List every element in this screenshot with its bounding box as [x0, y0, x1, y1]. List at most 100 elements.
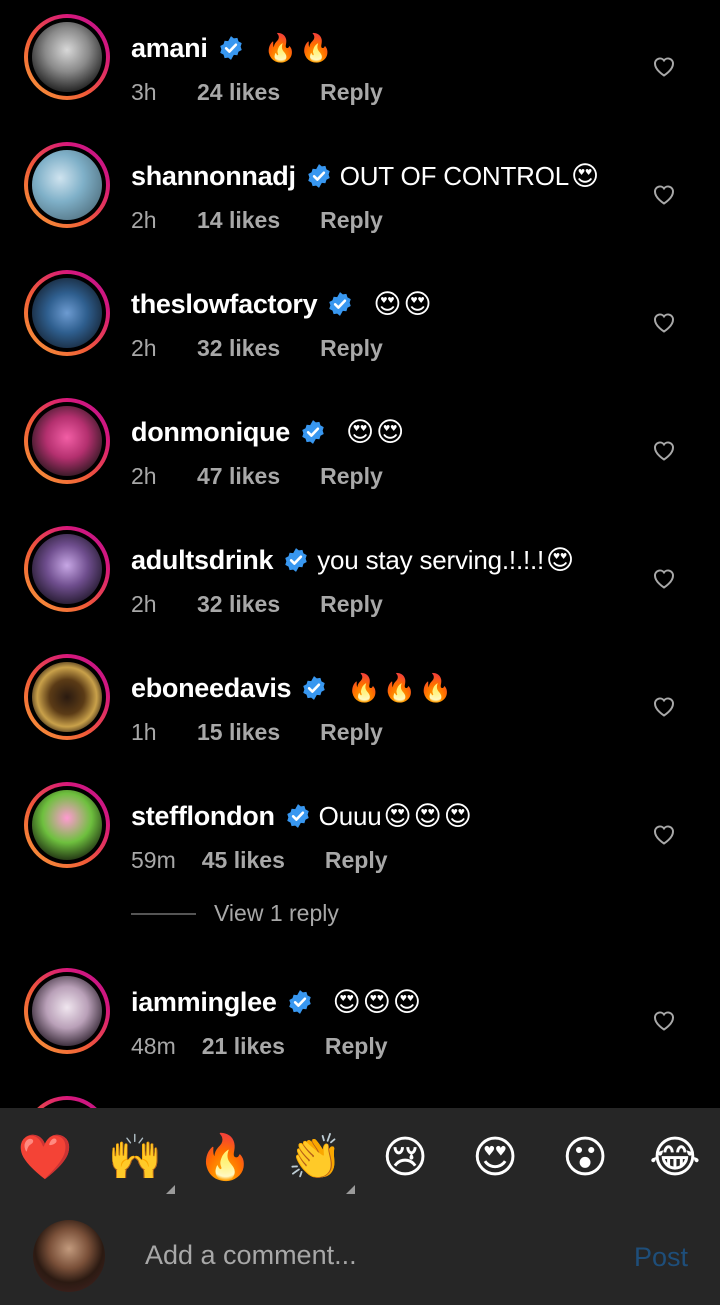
reply-button[interactable]: Reply	[320, 719, 383, 746]
comment-username[interactable]: iamminglee	[131, 987, 277, 1018]
reply-button[interactable]: Reply	[320, 335, 383, 362]
commenter-avatar[interactable]	[32, 406, 102, 476]
verified-badge-icon	[306, 163, 332, 189]
story-ring	[24, 1096, 110, 1108]
like-heart-icon[interactable]	[652, 183, 676, 205]
comment-composer-bar: ❤️ 🙌 🔥 👏 😢 😍 😮 😂 Add a comment... Post	[0, 1108, 720, 1305]
comment-time: 2h	[131, 590, 157, 617]
like-heart-icon[interactable]	[652, 55, 676, 77]
commenter-avatar[interactable]	[32, 278, 102, 348]
story-ring[interactable]	[24, 968, 110, 1054]
comment-emoji: 😍😍😍	[383, 800, 474, 832]
reply-button[interactable]: Reply	[325, 1033, 388, 1060]
reply-button[interactable]: Reply	[325, 847, 388, 874]
comment-row: adultsdrink you stay serving.!.!.! 😍 2h 32 l…	[0, 526, 720, 654]
story-ring[interactable]	[24, 14, 110, 100]
reaction-emoji-button[interactable]: ❤️	[15, 1128, 75, 1188]
comment-emoji: 😍	[571, 160, 602, 192]
comment-emoji: 🔥🔥🔥	[347, 673, 455, 704]
commenter-avatar[interactable]	[32, 150, 102, 220]
skin-tone-picker-icon	[166, 1185, 175, 1194]
like-heart-icon[interactable]	[652, 439, 676, 461]
comment-username[interactable]: theslowfactory	[131, 289, 318, 320]
comment-likes[interactable]: 14 likes	[197, 207, 280, 234]
comment-time: 3h	[131, 78, 157, 105]
story-ring[interactable]	[24, 142, 110, 228]
comment-row: theslowfactory 😍😍 2h 32 likes Reply	[0, 270, 720, 398]
comment-username[interactable]: stefflondon	[131, 801, 275, 832]
comment-likes[interactable]: 24 likes	[197, 79, 280, 106]
like-heart-icon[interactable]	[652, 311, 676, 333]
reaction-emoji-button[interactable]: 🔥	[195, 1128, 255, 1188]
comment-username[interactable]: adultsdrink	[131, 545, 274, 576]
comment-text: you stay serving.!.!.!	[317, 544, 545, 575]
comment-text: Ouuu	[318, 800, 382, 831]
story-ring[interactable]	[24, 270, 110, 356]
comment-time: 2h	[131, 462, 157, 489]
reaction-emoji-button[interactable]: 😍	[465, 1128, 525, 1188]
verified-badge-icon	[301, 675, 327, 701]
reply-button[interactable]: Reply	[320, 463, 383, 490]
comment-row: stefflondon Ouuu 😍😍😍 59m 45 likes Reply	[0, 782, 720, 910]
verified-badge-icon	[327, 291, 353, 317]
verified-badge-icon	[218, 35, 244, 61]
quick-reactions: ❤️ 🙌 🔥 👏 😢 😍 😮 😂	[0, 1108, 720, 1206]
comment-time: 2h	[131, 206, 157, 233]
comment-time: 2h	[131, 334, 157, 361]
like-heart-icon[interactable]	[652, 567, 676, 589]
reply-button[interactable]: Reply	[320, 79, 383, 106]
commenter-avatar[interactable]	[32, 976, 102, 1046]
comment-username[interactable]: eboneedavis	[131, 673, 292, 704]
reaction-emoji-button[interactable]: 😮	[555, 1128, 615, 1188]
comment-username[interactable]: shannonnadj	[131, 161, 296, 192]
comment-time: 1h	[131, 718, 157, 745]
comment-likes[interactable]: 47 likes	[197, 463, 280, 490]
comment-username[interactable]: donmonique	[131, 417, 290, 448]
comment-emoji: 😍😍😍	[332, 986, 424, 1018]
reply-button[interactable]: Reply	[320, 591, 383, 618]
view-replies-link[interactable]: View 1 reply	[214, 900, 339, 927]
post-button[interactable]: Post	[634, 1242, 688, 1273]
reaction-emoji-button[interactable]: 👏	[285, 1128, 355, 1194]
like-heart-icon[interactable]	[652, 823, 676, 845]
verified-badge-icon	[285, 803, 311, 829]
comment-likes[interactable]: 15 likes	[197, 719, 280, 746]
commenter-avatar[interactable]	[32, 534, 102, 604]
comment-emoji: 🔥🔥	[263, 33, 335, 64]
comment-emoji: 😍😍	[345, 416, 407, 448]
reaction-emoji-button[interactable]: 😢	[375, 1128, 435, 1188]
comment-likes[interactable]: 32 likes	[197, 335, 280, 362]
story-ring[interactable]	[24, 398, 110, 484]
story-ring[interactable]	[24, 782, 110, 868]
comment-likes[interactable]: 32 likes	[197, 591, 280, 618]
comment-input[interactable]: Add a comment...	[145, 1240, 357, 1271]
comment-time: 48m	[131, 1032, 176, 1059]
commenter-avatar[interactable]	[32, 790, 102, 860]
view-replies-row[interactable]: View 1 reply	[131, 900, 339, 927]
comment-text: OUT OF CONTROL	[339, 160, 569, 191]
comment-row: amani 🔥🔥 3h 24 likes Reply	[0, 14, 720, 142]
current-user-avatar	[33, 1220, 105, 1292]
reaction-emoji-button[interactable]: 🙌	[105, 1128, 175, 1194]
comment-likes[interactable]: 45 likes	[202, 847, 285, 874]
commenter-avatar[interactable]	[32, 22, 102, 92]
comment-row: iamminglee 😍😍😍 48m 21 likes Reply	[0, 968, 720, 1096]
comment-emoji: 😍	[546, 544, 577, 576]
commenter-avatar[interactable]	[32, 662, 102, 732]
comment-row: eboneedavis 🔥🔥🔥 1h 15 likes Reply	[0, 654, 720, 782]
comment-emoji: 😍😍	[373, 288, 434, 320]
reply-button[interactable]: Reply	[320, 207, 383, 234]
comment-row: shannonnadj OUT OF CONTROL 😍 2h 14 likes Repl…	[0, 142, 720, 270]
comments-list: amani 🔥🔥 3h 24 likes Reply shannonnadj OUT OF …	[0, 0, 720, 1108]
story-ring[interactable]	[24, 654, 110, 740]
story-ring[interactable]	[24, 526, 110, 612]
comment-username[interactable]: amani	[131, 33, 208, 64]
comment-row: donmonique 😍😍 2h 47 likes Reply	[0, 398, 720, 526]
comment-time: 59m	[131, 846, 176, 873]
comment-likes[interactable]: 21 likes	[202, 1033, 285, 1060]
verified-badge-icon	[283, 547, 309, 573]
verified-badge-icon	[287, 989, 313, 1015]
like-heart-icon[interactable]	[652, 695, 676, 717]
reaction-emoji-button[interactable]: 😂	[645, 1128, 705, 1188]
like-heart-icon[interactable]	[652, 1009, 676, 1031]
